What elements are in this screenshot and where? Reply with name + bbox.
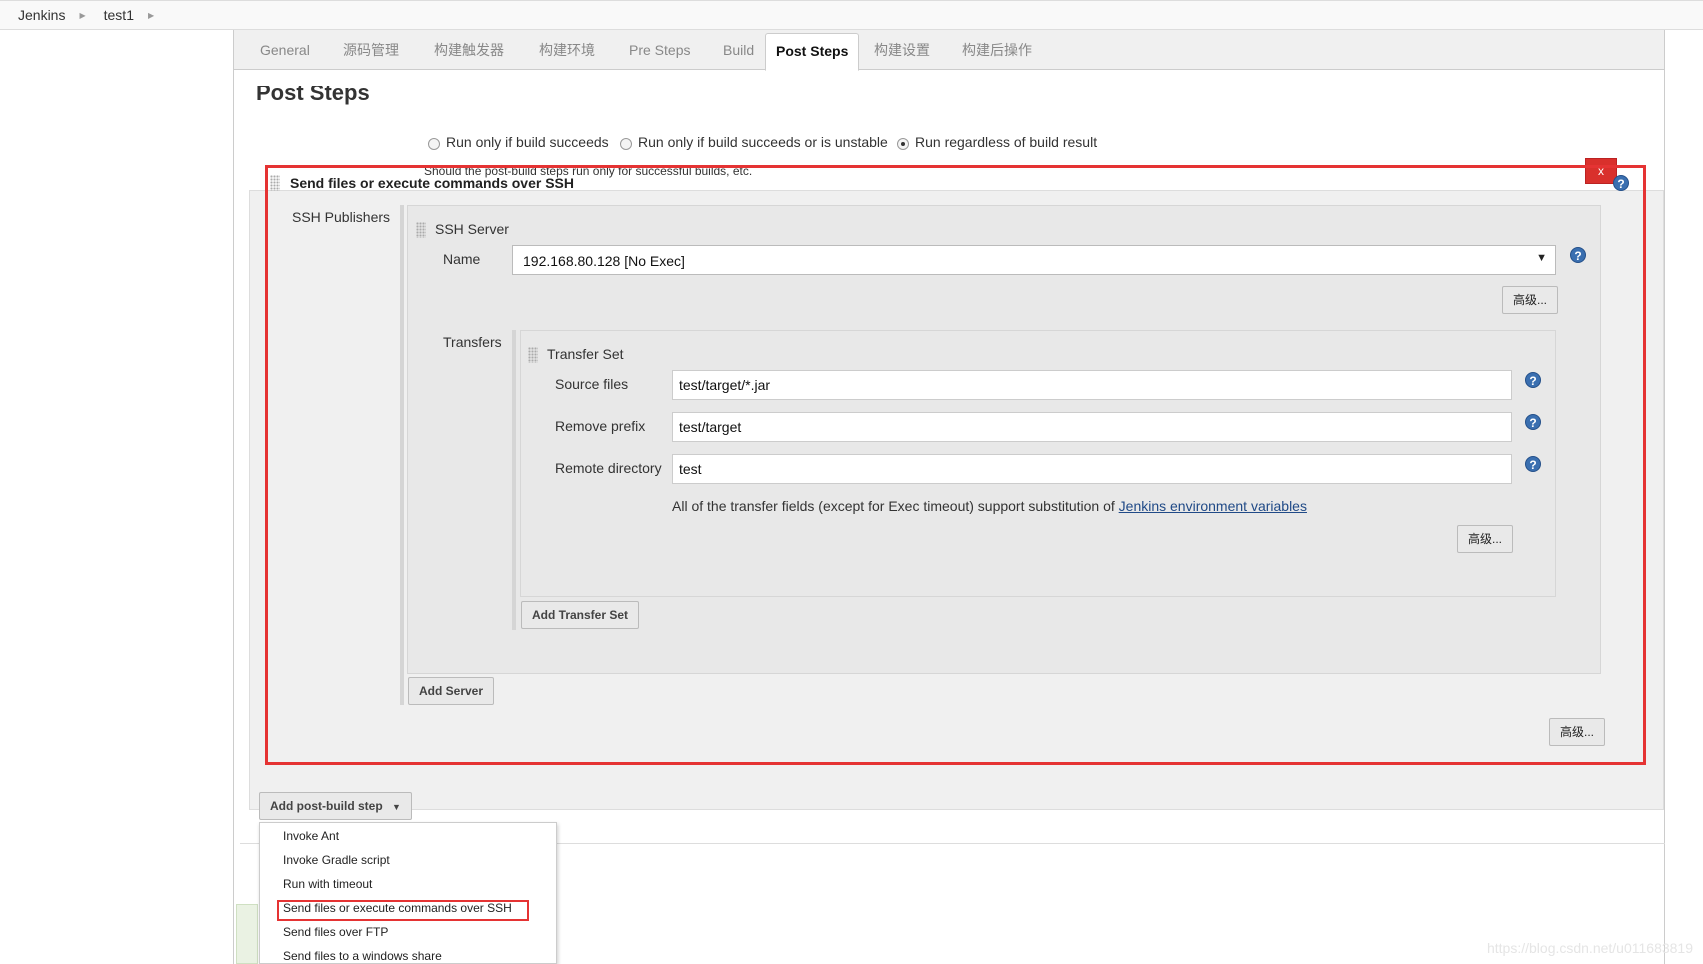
menu-item-invoke-ant[interactable]: Invoke Ant (283, 829, 339, 843)
section-title: Post Steps (256, 86, 370, 105)
add-step-label: Add post-build step (270, 799, 383, 813)
help-icon[interactable]: ? (1525, 456, 1541, 472)
remove-prefix-label: Remove prefix (555, 418, 646, 434)
tab-build-settings[interactable]: 构建设置 (874, 40, 930, 70)
add-post-build-step-button[interactable]: Add post-build step ▼ (259, 792, 412, 820)
tab-post-build-actions[interactable]: 构建后操作 (962, 40, 1032, 70)
drag-handle-icon[interactable] (416, 222, 426, 238)
tab-triggers[interactable]: 构建触发器 (434, 40, 504, 70)
chevron-right-icon: ▶ (147, 10, 155, 20)
transfer-advanced-button[interactable]: 高级... (1457, 525, 1514, 553)
ssh-server-name-select[interactable]: 192.168.80.128 [No Exec] ▼ (512, 245, 1556, 275)
radio-label: Run only if build succeeds or is unstabl… (638, 134, 888, 150)
tab-post-steps[interactable]: Post Steps (765, 33, 860, 71)
remote-directory-input[interactable]: test (672, 454, 1512, 484)
env-vars-link[interactable]: Jenkins environment variables (1119, 498, 1307, 514)
post-build-step-menu: Invoke Ant Invoke Gradle script Run with… (259, 822, 557, 964)
remove-prefix-input[interactable]: test/target (672, 412, 1512, 442)
radio-label: Run regardless of build result (915, 134, 1098, 150)
tab-scm[interactable]: 源码管理 (343, 40, 399, 70)
tab-environment[interactable]: 构建环境 (539, 40, 595, 70)
publishers-rail (400, 205, 404, 705)
transfer-set-title: Transfer Set (547, 346, 624, 362)
add-server-button[interactable]: Add Server (408, 677, 495, 705)
tab-build[interactable]: Build (723, 40, 754, 70)
caret-down-icon: ▼ (392, 802, 401, 812)
breadcrumb-test1[interactable]: test1 (104, 7, 134, 23)
env-vars-note: All of the transfer fields (except for E… (672, 498, 1307, 514)
radio-button[interactable] (620, 138, 632, 150)
select-value: 192.168.80.128 [No Exec] (523, 253, 685, 269)
menu-item-run-with-timeout[interactable]: Run with timeout (283, 877, 372, 891)
server-advanced-button[interactable]: 高级... (1502, 286, 1559, 314)
source-files-input[interactable]: test/target/*.jar (672, 370, 1512, 400)
ssh-step-title: Send files or execute commands over SSH (290, 175, 574, 191)
chevron-right-icon: ▶ (79, 10, 86, 20)
close-icon[interactable]: x (1585, 158, 1617, 184)
menu-item-send-over-ftp[interactable]: Send files over FTP (283, 925, 388, 939)
menu-highlight-box (277, 900, 529, 921)
source-files-label: Source files (555, 376, 629, 392)
help-icon[interactable]: ? (1525, 372, 1541, 388)
name-label: Name (443, 251, 481, 267)
transfers-rail (512, 330, 516, 630)
radio-button[interactable] (428, 138, 440, 150)
menu-item-send-windows-share[interactable]: Send files to a windows share (283, 949, 442, 963)
drag-handle-icon[interactable] (270, 175, 280, 191)
ssh-publishers-label: SSH Publishers (292, 209, 391, 225)
radio-button-checked[interactable] (897, 138, 909, 150)
breadcrumb-jenkins[interactable]: Jenkins (18, 7, 65, 23)
add-transfer-set-button[interactable]: Add Transfer Set (521, 601, 640, 629)
env-note-text: All of the transfer fields (except for E… (672, 498, 1115, 514)
tab-general[interactable]: General (260, 40, 310, 70)
breadcrumb: Jenkins ▶ test1 ▶ (0, 0, 1703, 30)
remote-directory-label: Remote directory (555, 460, 662, 476)
radio-option-unstable[interactable]: Run only if build succeeds or is unstabl… (620, 134, 888, 150)
ssh-server-title: SSH Server (435, 221, 509, 237)
radio-option-regardless[interactable]: Run regardless of build result (897, 134, 1097, 150)
tab-bar: General 源码管理 构建触发器 构建环境 Pre Steps Build … (234, 30, 1664, 71)
step-advanced-button[interactable]: 高级... (1549, 718, 1606, 746)
transfers-label: Transfers (443, 334, 502, 350)
collapsed-section-indicator (236, 904, 258, 964)
radio-label: Run only if build succeeds (446, 134, 609, 150)
watermark: https://blog.csdn.net/u011683819 (1486, 940, 1693, 956)
menu-item-invoke-gradle[interactable]: Invoke Gradle script (283, 853, 390, 867)
radio-option-success[interactable]: Run only if build succeeds (428, 134, 609, 150)
tab-pre-steps[interactable]: Pre Steps (629, 40, 690, 70)
help-icon[interactable]: ? (1570, 247, 1586, 263)
drag-handle-icon[interactable] (528, 347, 538, 363)
caret-down-icon: ▼ (1536, 252, 1547, 264)
help-icon[interactable]: ? (1525, 414, 1541, 430)
help-icon[interactable]: ? (1613, 175, 1629, 191)
